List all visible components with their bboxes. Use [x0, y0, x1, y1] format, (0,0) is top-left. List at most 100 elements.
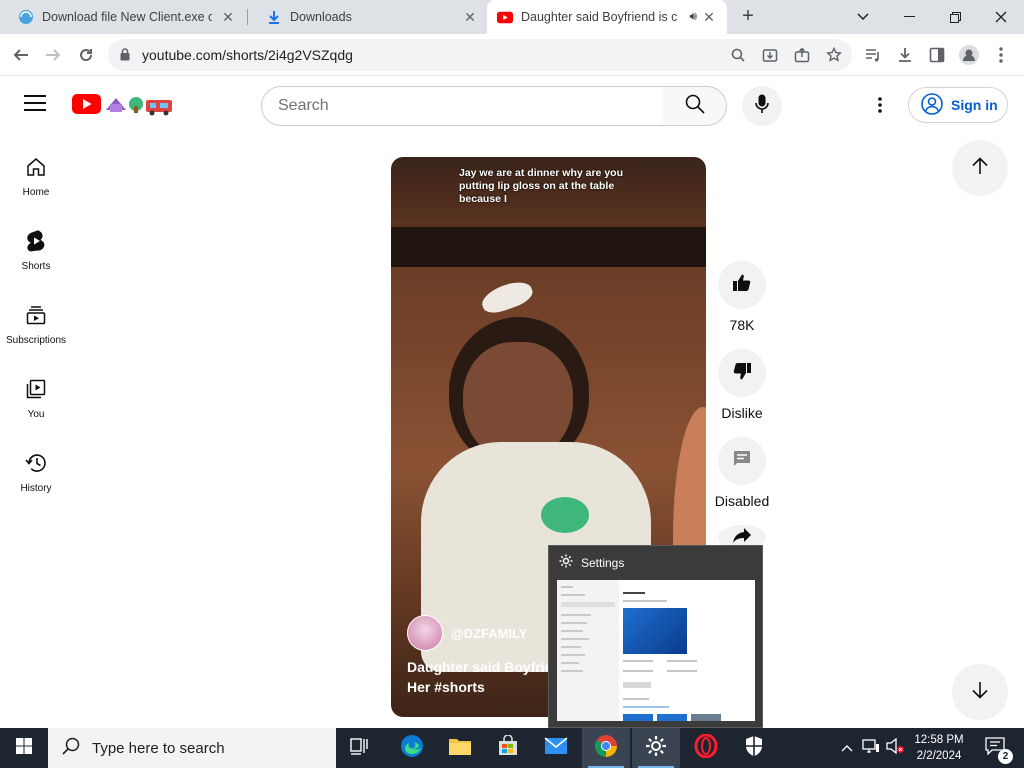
minimize-button[interactable] — [886, 0, 932, 34]
chrome-menu-icon[interactable] — [990, 44, 1012, 66]
taskbar-settings[interactable] — [632, 728, 680, 768]
history-icon — [24, 451, 48, 475]
like-action[interactable]: 78K — [718, 261, 766, 333]
url-text: youtube.com/shorts/2i4g2VSZqdg — [142, 47, 353, 63]
account-circle-icon — [921, 92, 943, 118]
browser-toolbar: youtube.com/shorts/2i4g2VSZqdg — [0, 34, 1024, 76]
nav-shorts[interactable]: Shorts — [0, 221, 72, 291]
taskbar-mail[interactable] — [532, 728, 580, 768]
task-view-button[interactable] — [336, 728, 384, 768]
nav-label: Home — [22, 187, 50, 198]
speaker-muted-icon — [886, 737, 904, 759]
nav-subscriptions[interactable]: Subscriptions — [0, 295, 72, 365]
back-button[interactable] — [8, 42, 34, 68]
like-count: 78K — [729, 317, 755, 333]
show-hidden-icons-button[interactable] — [838, 728, 856, 768]
microphone-icon — [755, 94, 769, 119]
search-button[interactable] — [663, 86, 727, 126]
search-box[interactable] — [261, 86, 664, 126]
youtube-doodle-logo[interactable] — [72, 92, 174, 116]
channel-avatar[interactable] — [407, 615, 443, 651]
settings-more-icon[interactable] — [868, 93, 892, 117]
browser-tab-strip: Download file New Client.exe on ✕ Downlo… — [0, 0, 1024, 34]
voice-search-button[interactable] — [742, 86, 782, 126]
mail-icon — [544, 736, 568, 760]
taskbar-thumbnail-preview[interactable]: Settings — [548, 545, 763, 728]
profile-avatar-icon[interactable] — [958, 44, 980, 66]
taskbar-chrome[interactable] — [582, 728, 630, 768]
folder-icon — [448, 736, 472, 761]
downloads-toolbar-icon[interactable] — [894, 44, 916, 66]
youtube-header: Sign in — [0, 77, 1024, 133]
speaker-icon[interactable]: 🔊︎ — [689, 9, 697, 24]
nav-label: Shorts — [21, 261, 51, 272]
close-tab-icon[interactable]: ✕ — [701, 9, 717, 25]
previous-short-button[interactable] — [952, 140, 1008, 196]
channel-info[interactable]: @DZFAMILY — [407, 615, 527, 651]
arrow-up-icon — [971, 156, 989, 180]
task-view-icon — [350, 737, 370, 760]
thumbnail-header: Settings — [559, 554, 624, 571]
channel-name[interactable]: @DZFAMILY — [451, 626, 527, 641]
lock-icon[interactable] — [120, 48, 130, 66]
clock-date: 2/2/2024 — [916, 750, 962, 762]
dislike-button[interactable] — [718, 349, 766, 397]
tab-search-chevron-icon[interactable] — [840, 0, 886, 34]
address-bar[interactable]: youtube.com/shorts/2i4g2VSZqdg — [108, 39, 852, 71]
share-button[interactable] — [718, 525, 766, 545]
nav-history[interactable]: History — [0, 443, 72, 513]
nav-home[interactable]: Home — [0, 147, 72, 217]
new-tab-button[interactable]: + — [736, 4, 760, 28]
nav-label: Subscriptions — [5, 335, 67, 346]
sign-in-button[interactable]: Sign in — [908, 87, 1008, 123]
dislike-action[interactable]: Dislike — [718, 349, 766, 421]
install-app-icon[interactable] — [760, 45, 780, 65]
preview-theme-image — [623, 608, 687, 654]
like-button[interactable] — [718, 261, 766, 309]
next-short-button[interactable] — [952, 664, 1008, 720]
nav-you[interactable]: You — [0, 369, 72, 439]
taskbar-search-box[interactable]: Type here to search — [48, 728, 336, 768]
reload-button[interactable] — [73, 42, 99, 68]
tab-title: Downloads — [290, 10, 352, 24]
windows-taskbar: Type here to search 12:58 PM 2/2/2024 2 — [0, 728, 1024, 768]
network-tray-button[interactable] — [860, 728, 882, 768]
zoom-search-icon[interactable] — [728, 45, 748, 65]
search-input[interactable] — [278, 97, 648, 115]
shorts-icon — [24, 229, 48, 253]
taskbar-security[interactable] — [730, 728, 778, 768]
close-window-button[interactable] — [978, 0, 1024, 34]
restore-button[interactable] — [932, 0, 978, 34]
close-tab-icon[interactable]: ✕ — [220, 9, 236, 25]
youtube-icon — [497, 9, 513, 25]
video-background — [391, 227, 706, 267]
close-tab-icon[interactable]: ✕ — [462, 9, 478, 25]
taskbar-store[interactable] — [484, 728, 532, 768]
comments-action: Disabled — [715, 437, 769, 509]
tab-youtube-short[interactable]: Daughter said Boyfriend is c 🔊︎ ✕ — [487, 0, 727, 34]
tab-downloads[interactable]: Downloads ✕ — [248, 0, 488, 34]
edge-icon — [400, 734, 424, 763]
sign-in-label: Sign in — [951, 97, 998, 113]
thumbs-up-icon — [732, 273, 752, 298]
side-panel-icon[interactable] — [926, 44, 948, 66]
taskbar-edge[interactable] — [388, 728, 436, 768]
taskbar-opera[interactable] — [682, 728, 730, 768]
share-icon[interactable] — [792, 45, 812, 65]
thumbnail-title: Settings — [581, 555, 625, 570]
notification-icon: 2 — [985, 736, 1013, 764]
start-button[interactable] — [0, 728, 48, 768]
notification-count-badge: 2 — [998, 748, 1013, 764]
reading-list-icon[interactable] — [862, 44, 884, 66]
system-clock[interactable]: 12:58 PM 2/2/2024 — [906, 732, 972, 764]
share-action[interactable] — [718, 525, 766, 545]
volume-tray-button[interactable] — [884, 728, 906, 768]
notification-center-button[interactable]: 2 — [978, 728, 1013, 768]
menu-icon[interactable] — [24, 95, 46, 113]
tab-download-file[interactable]: Download file New Client.exe on ✕ — [0, 0, 246, 34]
you-icon — [24, 377, 48, 401]
bookmark-star-icon[interactable] — [824, 45, 844, 65]
forward-button[interactable] — [40, 42, 66, 68]
subscriptions-icon — [24, 303, 48, 327]
taskbar-file-explorer[interactable] — [436, 728, 484, 768]
